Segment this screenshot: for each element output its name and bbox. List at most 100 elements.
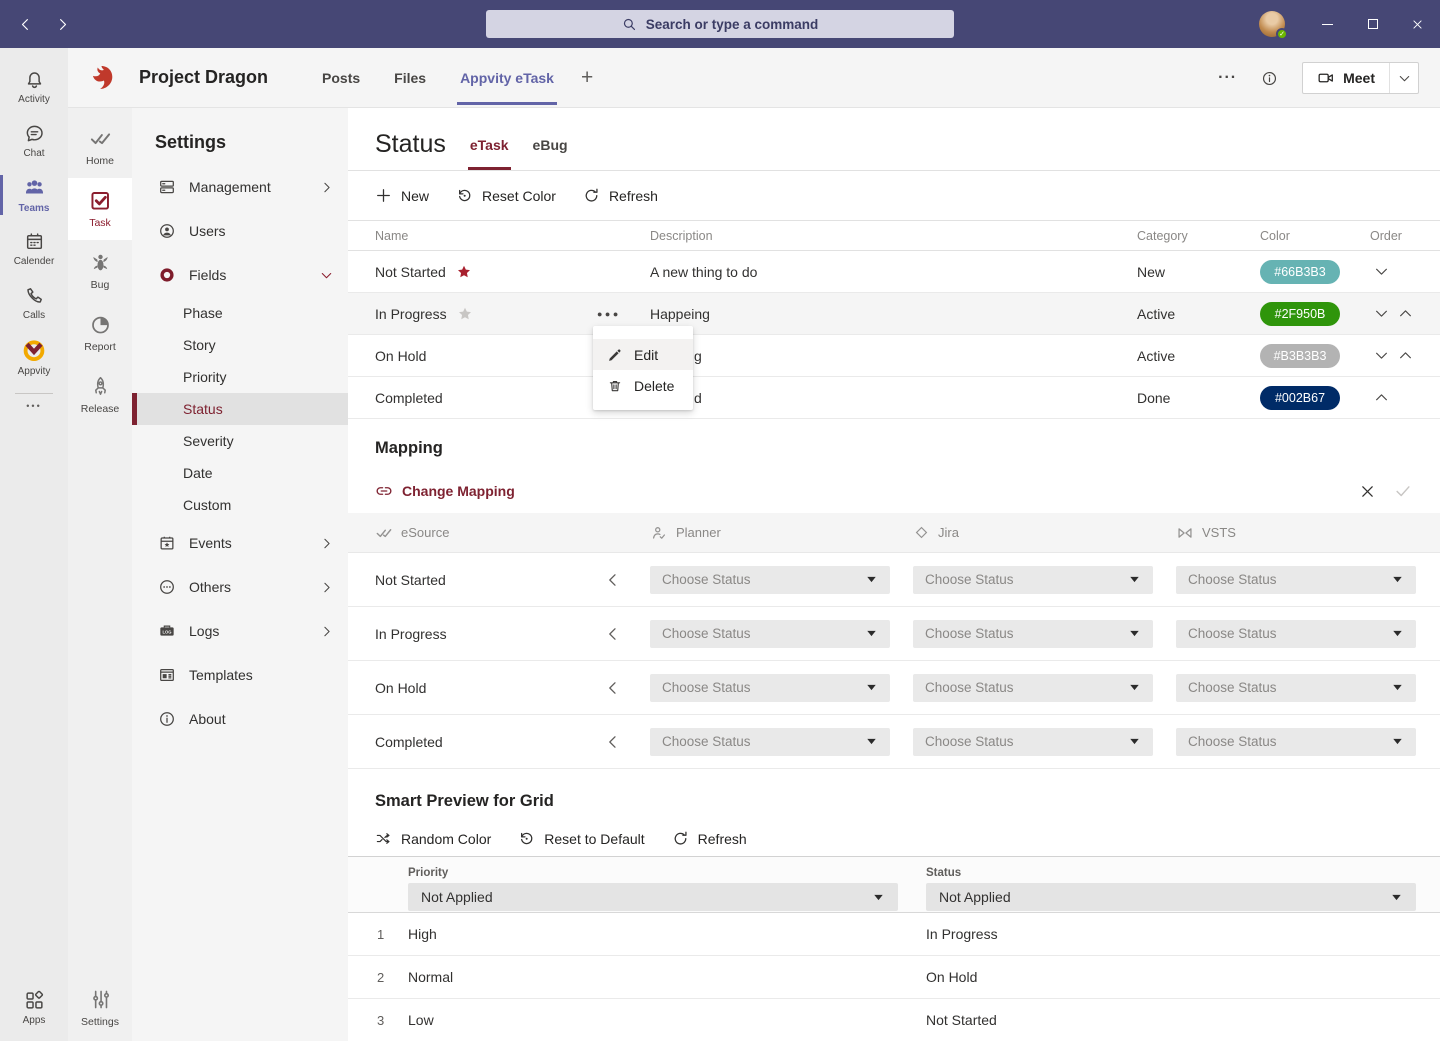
change-mapping-button[interactable]: Change Mapping [375, 482, 515, 500]
team-name: Project Dragon [139, 67, 268, 88]
tab-posts[interactable]: Posts [305, 48, 377, 107]
order-down-icon[interactable] [1374, 348, 1389, 363]
info-icon[interactable] [1261, 70, 1278, 87]
default-star-icon[interactable] [456, 264, 472, 280]
settings-item-story[interactable]: Story [132, 329, 348, 361]
jira-status-dropdown[interactable]: Choose Status [913, 620, 1153, 648]
refresh-button[interactable]: Refresh [583, 187, 658, 204]
mapping-row-in-progress: In Progress Choose Status Choose Status … [348, 607, 1440, 661]
chevron-left-icon[interactable] [605, 626, 650, 642]
sidebar-item-apps[interactable]: Apps [0, 981, 68, 1035]
order-up-icon[interactable] [1398, 306, 1413, 321]
tab-files[interactable]: Files [377, 48, 443, 107]
refresh-button[interactable]: Refresh [672, 830, 747, 847]
more-options-icon[interactable]: ··· [1218, 69, 1237, 87]
avatar[interactable]: ✓ [1259, 11, 1285, 37]
settings-item-date[interactable]: Date [132, 457, 348, 489]
maximize-button[interactable] [1350, 0, 1395, 48]
sidebar-item-chat[interactable]: Chat [0, 114, 68, 168]
search-input[interactable]: Search or type a command [486, 10, 954, 38]
settings-item-management[interactable]: Management [132, 165, 348, 209]
color-pill[interactable]: #2F950B [1260, 302, 1340, 326]
color-pill[interactable]: #66B3B3 [1260, 260, 1340, 284]
minimize-button[interactable] [1305, 0, 1350, 48]
mapping-confirm-icon[interactable] [1394, 482, 1412, 500]
settings-item-logs[interactable]: Logs [132, 609, 348, 653]
chevron-down-icon [320, 269, 333, 282]
new-button[interactable]: New [375, 187, 429, 204]
reset-color-button[interactable]: Reset Color [456, 187, 556, 204]
caret-down-icon [1391, 735, 1404, 748]
vsts-status-dropdown[interactable]: Choose Status [1176, 566, 1416, 594]
color-pill[interactable]: #B3B3B3 [1260, 344, 1340, 368]
settings-item-phase[interactable]: Phase [132, 297, 348, 329]
jira-status-dropdown[interactable]: Choose Status [913, 566, 1153, 594]
sidebar-item-activity[interactable]: Activity [0, 60, 68, 114]
settings-item-priority[interactable]: Priority [132, 361, 348, 393]
order-down-icon[interactable] [1374, 306, 1389, 321]
chevron-left-icon[interactable] [605, 680, 650, 696]
settings-item-others[interactable]: Others [132, 565, 348, 609]
reset-to-default-button[interactable]: Reset to Default [518, 830, 644, 847]
module-item-report[interactable]: Report [68, 302, 132, 364]
forward-arrow-icon[interactable] [50, 9, 74, 39]
settings-item-custom[interactable]: Custom [132, 489, 348, 521]
planner-status-dropdown[interactable]: Choose Status [650, 674, 890, 702]
tab-ebug[interactable]: eBug [521, 137, 580, 170]
module-item-home[interactable]: Home [68, 116, 132, 178]
meet-button[interactable]: Meet [1302, 62, 1419, 94]
meet-dropdown-chevron-icon[interactable] [1390, 63, 1418, 93]
sidebar-item-calls[interactable]: Calls [0, 276, 68, 330]
planner-status-dropdown[interactable]: Choose Status [650, 728, 890, 756]
status-row-not-started: Not Started A new thing to do New #66B3B… [348, 251, 1440, 293]
color-pill[interactable]: #002B67 [1260, 386, 1340, 410]
esource-double-check-icon [375, 524, 393, 542]
vsts-status-dropdown[interactable]: Choose Status [1176, 620, 1416, 648]
settings-item-fields[interactable]: Fields [132, 253, 348, 297]
order-up-icon[interactable] [1398, 348, 1413, 363]
vsts-status-dropdown[interactable]: Choose Status [1176, 728, 1416, 756]
vsts-status-dropdown[interactable]: Choose Status [1176, 674, 1416, 702]
module-item-bug[interactable]: Bug [68, 240, 132, 302]
preview-row-2: 2 Normal On Hold [348, 956, 1440, 999]
settings-item-users[interactable]: Users [132, 209, 348, 253]
module-item-task[interactable]: Task [68, 178, 132, 240]
close-button[interactable] [1395, 0, 1440, 48]
jira-status-dropdown[interactable]: Choose Status [913, 674, 1153, 702]
order-up-icon[interactable] [1374, 390, 1389, 405]
caret-down-icon [872, 891, 885, 904]
chevron-left-icon[interactable] [605, 572, 650, 588]
settings-item-templates[interactable]: Templates [132, 653, 348, 697]
context-menu-edit[interactable]: Edit [593, 339, 693, 370]
search-icon [622, 17, 637, 32]
rail-more-button[interactable]: ••• [0, 401, 68, 411]
module-item-settings[interactable]: Settings [68, 977, 132, 1039]
priority-dropdown[interactable]: Not Applied [408, 883, 898, 911]
sidebar-item-appvity[interactable]: Appvity [0, 330, 68, 384]
jira-status-dropdown[interactable]: Choose Status [913, 728, 1153, 756]
sidebar-item-teams[interactable]: Teams [0, 168, 68, 222]
chevron-left-icon[interactable] [605, 734, 650, 750]
tab-etask[interactable]: eTask [458, 137, 521, 170]
order-down-icon[interactable] [1374, 264, 1389, 279]
planner-status-dropdown[interactable]: Choose Status [650, 566, 890, 594]
settings-item-status[interactable]: Status [132, 393, 348, 425]
plus-icon [375, 187, 392, 204]
random-color-button[interactable]: Random Color [375, 830, 491, 847]
tab-appvity-etask[interactable]: Appvity eTask [443, 48, 571, 107]
settings-item-about[interactable]: About [132, 697, 348, 741]
settings-item-severity[interactable]: Severity [132, 425, 348, 457]
sidebar-item-calender[interactable]: Calender [0, 222, 68, 276]
calendar-star-icon [158, 534, 176, 552]
star-icon[interactable] [457, 306, 473, 322]
mapping-cancel-icon[interactable] [1359, 483, 1376, 500]
status-name: On Hold [375, 348, 426, 364]
context-menu-delete[interactable]: Delete [593, 370, 693, 401]
module-item-release[interactable]: Release [68, 364, 132, 426]
back-arrow-icon[interactable] [13, 9, 37, 39]
planner-status-dropdown[interactable]: Choose Status [650, 620, 890, 648]
status-dropdown[interactable]: Not Applied [926, 883, 1416, 911]
bell-icon [24, 69, 45, 90]
add-tab-button[interactable]: + [571, 48, 603, 107]
settings-item-events[interactable]: Events [132, 521, 348, 565]
